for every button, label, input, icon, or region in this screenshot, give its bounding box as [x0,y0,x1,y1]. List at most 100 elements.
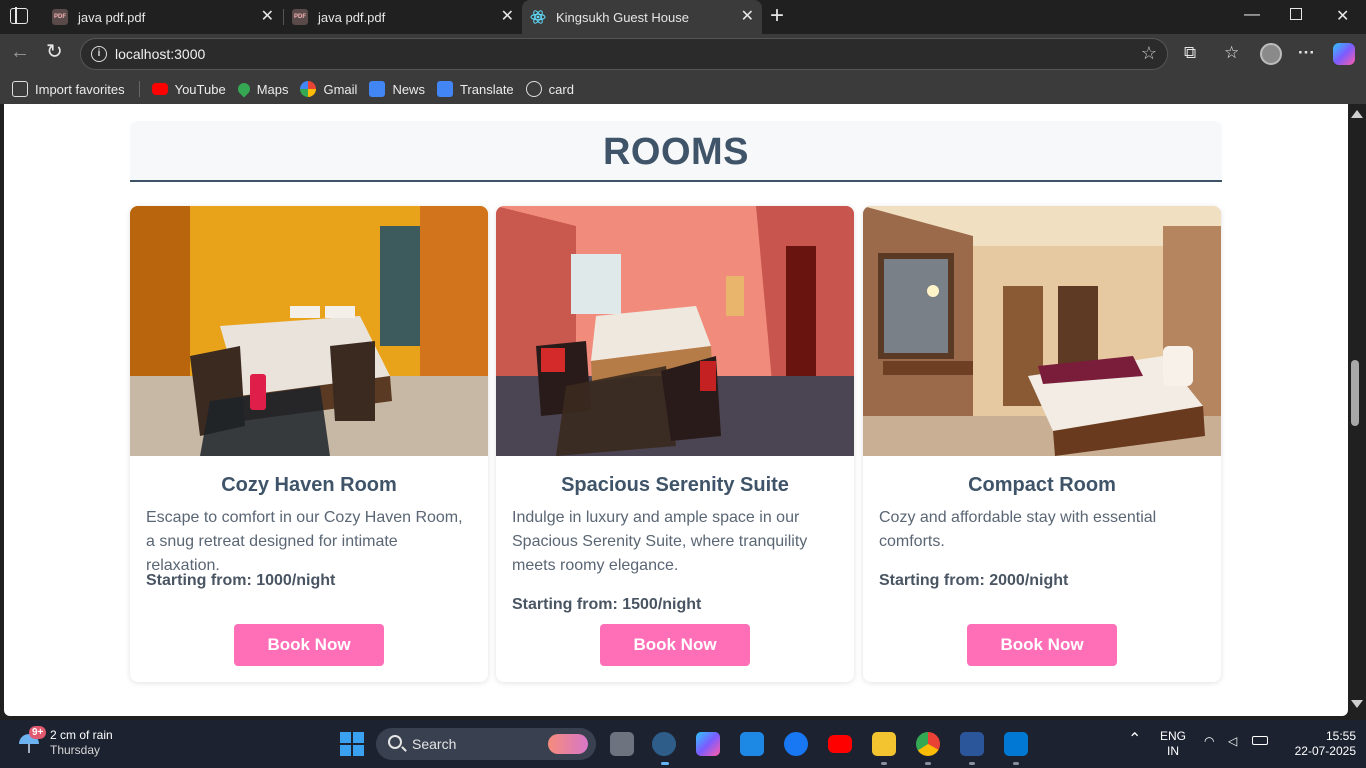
bookmark-label: card [548,81,574,97]
weather-summary: 2 cm of rain [50,728,113,742]
youtube-app-icon[interactable] [828,735,852,753]
tab-title: java pdf.pdf [318,9,386,25]
site-info-icon[interactable]: i [91,46,107,62]
weather-badge: 9+ [29,726,47,739]
bookmark-label: Translate [459,81,514,97]
address-toolbar: ← ↻ i localhost:3000 ☆ ⧉ ☆ ··· [0,34,1366,74]
search-label: Search [412,736,457,752]
bookmark-label: News [392,81,425,97]
restore-icon[interactable] [1290,8,1302,20]
google-icon [300,81,317,97]
book-now-button[interactable]: Book Now [967,624,1117,666]
room-description: Cozy and affordable stay with essential … [879,509,1157,550]
time: 15:55 [1325,729,1356,743]
bookmark-divider [138,81,140,97]
tab-actions-icon[interactable] [10,7,28,24]
bookmark-label: Gmail [323,81,358,97]
address-bar[interactable]: i localhost:3000 ☆ [80,38,1168,70]
bookmark-maps[interactable]: Maps [235,80,289,98]
bookmark-card[interactable]: card [525,81,574,97]
word-icon[interactable] [960,732,984,756]
more-options-icon[interactable]: ··· [1298,44,1315,62]
favorites-icon[interactable]: ☆ [1224,44,1239,62]
pdf-icon: PDF [292,9,308,25]
file-explorer-icon[interactable] [872,732,896,756]
rooms-section-header: ROOMS [130,121,1222,182]
book-now-button[interactable]: Book Now [600,624,750,666]
facebook-icon[interactable] [784,732,808,756]
url-text[interactable]: localhost:3000 [115,46,205,62]
youtube-icon [151,83,168,95]
edge-icon[interactable] [652,732,676,756]
profile-avatar[interactable] [1260,43,1282,65]
language-code: ENG [1160,729,1187,743]
bookmark-label: Maps [256,81,289,97]
room-title: Cozy Haven Room [221,474,397,496]
store-icon[interactable] [740,732,764,756]
extensions-icon[interactable]: ⧉ [1184,44,1196,62]
chrome-icon[interactable] [916,732,940,756]
favorite-star-icon[interactable]: ☆ [1141,43,1157,64]
room-price: Starting from: 1500/night [512,596,702,613]
scrollbar-thumb[interactable] [1351,360,1359,426]
room-photo [496,206,854,456]
book-now-button[interactable]: Book Now [234,624,384,666]
bookmark-label: YouTube [174,81,226,97]
tab-title: java pdf.pdf [78,9,146,25]
tab-kingsukh-guest-house[interactable]: Kingsukh Guest House ✕ [522,0,762,34]
room-photo [863,206,1221,456]
tab-java-pdf-1[interactable]: PDF java pdf.pdf ✕ [44,0,282,34]
tab-bar: PDF java pdf.pdf ✕ PDF java pdf.pdf ✕ Ki… [0,0,1366,34]
date: 22-07-2025 [1294,744,1356,758]
react-icon [530,10,546,24]
running-indicator [969,762,975,765]
maps-icon [235,80,253,98]
windows-start-icon[interactable] [340,732,364,756]
show-hidden-icons-icon[interactable]: ⌃ [1128,732,1141,748]
weather-widget[interactable]: 9+ 2 cm of rain Thursday [16,726,113,758]
bookmark-news[interactable]: News [369,81,425,97]
bookmark-label: Import favorites [35,81,125,97]
room-price: Starting from: 2000/night [879,572,1069,589]
news-icon [369,81,386,97]
task-view-icon[interactable] [610,732,634,756]
scroll-down-arrow-icon[interactable] [1351,700,1363,708]
bookmark-import-favorites[interactable]: Import favorites [12,81,125,97]
new-tab-icon[interactable]: + [770,4,784,28]
bookmark-gmail[interactable]: Gmail [300,81,357,97]
wifi-icon[interactable]: ◠ [1204,734,1214,749]
close-tab-icon[interactable]: ✕ [741,9,754,25]
bookmark-youtube[interactable]: YouTube [151,81,226,97]
vscode-icon[interactable] [1004,732,1028,756]
room-card-spacious-serenity: Spacious Serenity Suite Indulge in luxur… [496,206,854,682]
close-window-icon[interactable]: ✕ [1336,6,1349,26]
weather-day: Thursday [50,743,101,757]
tab-java-pdf-2[interactable]: PDF java pdf.pdf ✕ [284,0,522,34]
running-indicator [925,762,931,765]
active-app-indicator [661,762,669,765]
close-tab-icon[interactable]: ✕ [261,9,274,25]
battery-icon[interactable] [1252,736,1268,745]
room-card-cozy-haven: Cozy Haven Room Escape to comfort in our… [130,206,488,682]
copilot-app-icon[interactable] [696,732,720,756]
refresh-icon[interactable]: ↻ [46,42,63,62]
copilot-icon[interactable] [1333,43,1355,65]
scroll-up-arrow-icon[interactable] [1351,110,1363,118]
import-icon [12,81,28,97]
language-indicator[interactable]: ENG IN [1160,729,1186,759]
region-code: IN [1167,744,1179,758]
room-price: Starting from: 1000/night [146,572,336,589]
minimize-icon[interactable]: — [1244,6,1260,24]
taskbar-search[interactable]: Search [376,728,596,760]
back-icon[interactable]: ← [10,42,30,62]
tab-title: Kingsukh Guest House [556,9,689,25]
close-tab-icon[interactable]: ✕ [501,9,514,25]
search-highlight-icon [548,734,588,754]
clock[interactable]: 15:55 22-07-2025 [1282,729,1356,759]
windows-taskbar: 9+ 2 cm of rain Thursday Search ⌃ ENG IN… [0,720,1366,768]
bookmark-translate[interactable]: Translate [436,81,514,97]
room-description: Indulge in luxury and ample space in our… [512,509,808,574]
page-viewport: ROOMS Cozy Haven Room Escape to comfort … [4,104,1348,716]
globe-icon [525,81,542,97]
volume-icon[interactable]: ◁ [1228,734,1237,749]
